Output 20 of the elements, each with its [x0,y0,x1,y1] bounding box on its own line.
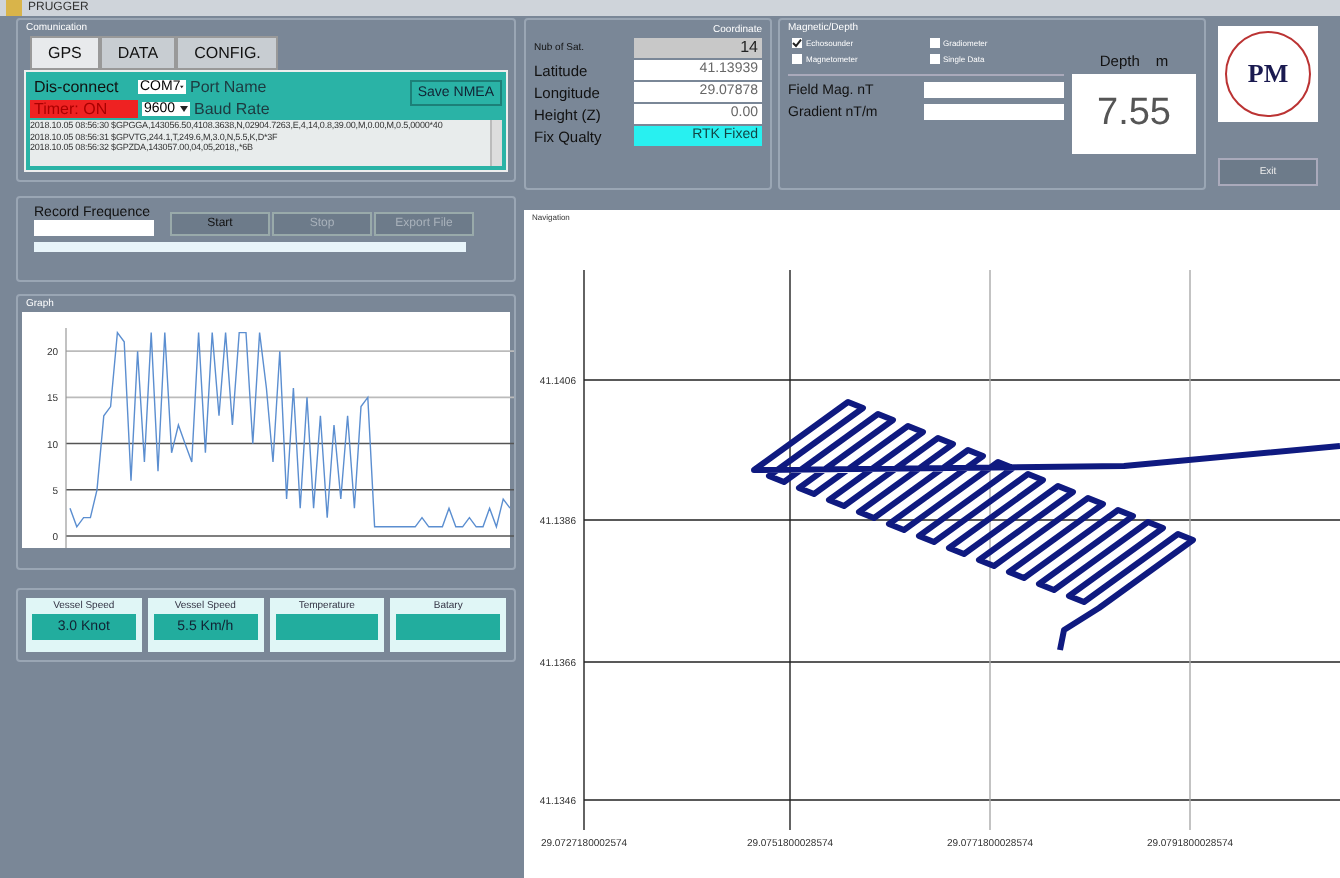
tab[interactable]: GPS [30,36,100,70]
scrollbar[interactable] [490,120,502,166]
value-field[interactable] [924,104,1064,120]
record-frequence-field[interactable] [34,220,154,236]
tab[interactable]: CONFIG. [176,36,279,70]
value-field[interactable] [924,82,1064,98]
timer-status: Timer: ON [30,99,138,117]
gauge-value-box [396,614,500,640]
tab[interactable]: DATA [99,36,177,70]
caret-icon [180,105,188,111]
caret-icon [180,83,184,89]
baud-label: Baud Rate [194,99,272,117]
value-field: 14 [634,38,762,58]
logo: PM [1218,26,1318,122]
check-icon [792,38,802,48]
port-label: Port Name [190,77,269,95]
depth-value: 7.55 [1072,74,1196,154]
app-icon [6,0,22,16]
disconnect-button[interactable]: Dis-connect [30,77,134,95]
gauge-value-box [275,614,379,640]
